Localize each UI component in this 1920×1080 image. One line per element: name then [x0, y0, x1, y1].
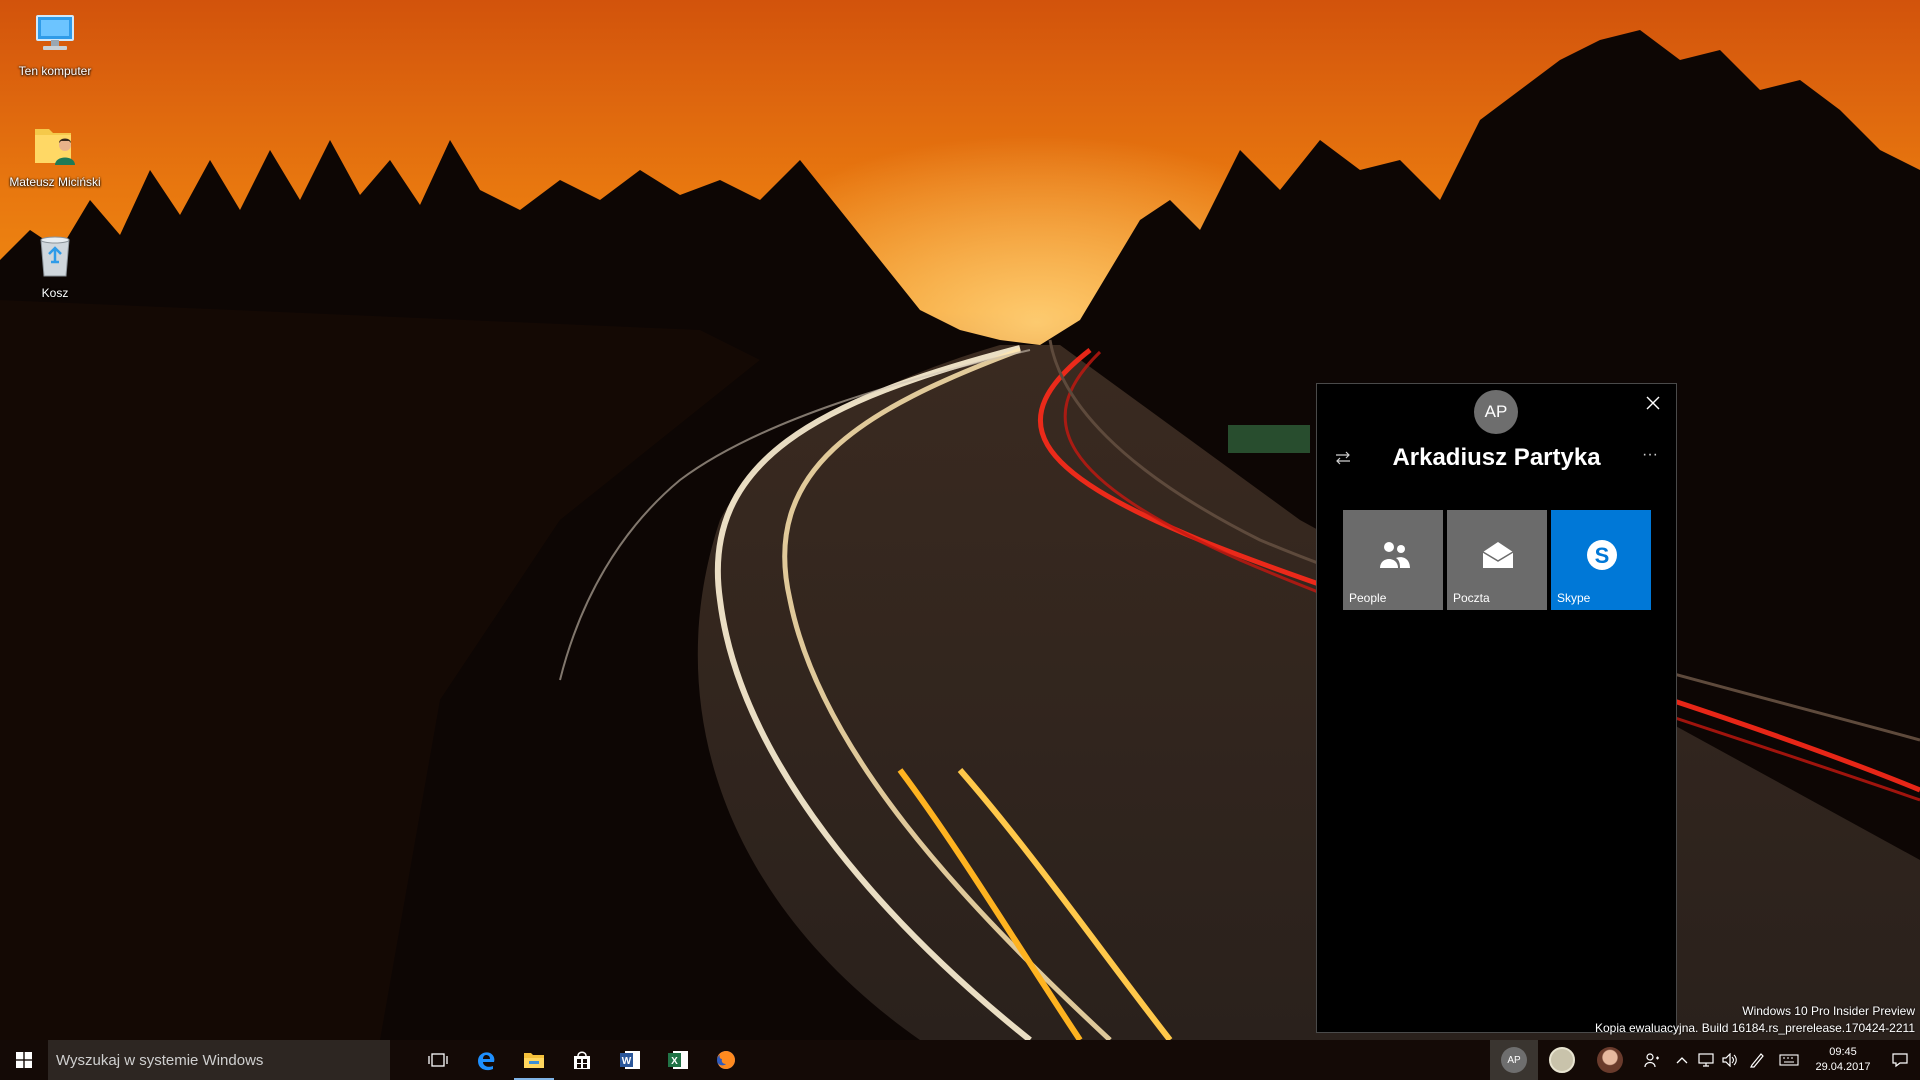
keyboard-icon[interactable]: [1772, 1040, 1806, 1080]
app-tile-label: Skype: [1557, 591, 1591, 605]
app-tile-label: People: [1349, 591, 1387, 605]
volume-icon[interactable]: [1718, 1040, 1742, 1080]
contact-name: Arkadiusz Partyka: [1392, 444, 1601, 471]
desktop-icon-label: Mateusz Miciński: [9, 175, 101, 189]
word-icon: W: [620, 1051, 640, 1069]
firefox-taskbar-button[interactable]: [702, 1040, 750, 1080]
edge-icon: [478, 1052, 495, 1071]
swap-icon[interactable]: [1329, 444, 1357, 472]
app-tile-skype[interactable]: S Skype: [1551, 510, 1651, 610]
store-taskbar-button[interactable]: [558, 1040, 606, 1080]
search-placeholder: Wyszukaj w systemie Windows: [56, 1051, 264, 1069]
skype-icon: S: [1585, 538, 1619, 572]
search-input[interactable]: Wyszukaj w systemie Windows: [48, 1040, 390, 1080]
firefox-icon: [717, 1051, 735, 1069]
svg-text:X: X: [671, 1056, 678, 1067]
excel-icon: X: [668, 1051, 688, 1069]
people-pin-contact-2[interactable]: [1538, 1040, 1586, 1080]
contact-avatar: AP: [1474, 390, 1518, 434]
app-tile-mail[interactable]: Poczta: [1447, 510, 1547, 610]
clock-date: 29.04.2017: [1815, 1061, 1871, 1073]
more-icon[interactable]: ···: [1636, 444, 1664, 472]
action-center-icon[interactable]: [1880, 1040, 1920, 1080]
app-tile-people[interactable]: People: [1343, 510, 1443, 610]
people-icon: [1377, 538, 1411, 572]
edge-taskbar-button[interactable]: [462, 1040, 510, 1080]
people-pin-ap[interactable]: AP: [1490, 1040, 1538, 1080]
svg-text:S: S: [1595, 543, 1610, 568]
taskbar-clock[interactable]: 09:45 29.04.2017: [1806, 1045, 1880, 1075]
contact-avatar-icon: AP: [1501, 1047, 1527, 1073]
desktop-icon-this-pc[interactable]: Ten komputer: [5, 10, 105, 78]
network-icon[interactable]: [1694, 1040, 1718, 1080]
computer-icon: [31, 10, 79, 58]
watermark-line-build: Kopia ewaluacyjna. Build 16184.rs_prerel…: [1594, 1021, 1915, 1035]
recycle-bin-icon: [31, 232, 79, 280]
pen-icon[interactable]: [1742, 1040, 1772, 1080]
desktop-icon-label: Ten komputer: [18, 64, 92, 78]
app-tile-label: Poczta: [1453, 591, 1490, 605]
people-pin-contact-3[interactable]: [1586, 1040, 1634, 1080]
contact-photo-icon: [1597, 1047, 1623, 1073]
desktop-icon-user-folder[interactable]: Mateusz Miciński: [5, 121, 105, 189]
desktop-icon-recycle-bin[interactable]: Kosz: [5, 232, 105, 300]
system-tray: AP 09:45 29.04.2017: [1490, 1040, 1920, 1080]
word-taskbar-button[interactable]: W: [606, 1040, 654, 1080]
close-icon[interactable]: [1640, 390, 1666, 416]
user-folder-icon: [31, 121, 79, 169]
excel-taskbar-button[interactable]: X: [654, 1040, 702, 1080]
svg-text:W: W: [622, 1056, 632, 1067]
file-explorer-icon: [524, 1053, 544, 1068]
file-explorer-taskbar-button[interactable]: [510, 1040, 558, 1080]
watermark-line-edition: Windows 10 Pro Insider Preview: [1742, 1004, 1915, 1018]
task-view-button[interactable]: [414, 1040, 462, 1080]
taskbar: Wyszukaj w systemie Windows W X AP 09:45…: [0, 1040, 1920, 1080]
task-view-icon: [428, 1053, 448, 1067]
chevron-up-icon[interactable]: [1670, 1040, 1694, 1080]
people-flyout: AP Arkadiusz Partyka ··· People Poczta S…: [1316, 383, 1677, 1033]
store-icon: [574, 1051, 590, 1069]
build-watermark: Windows 10 Pro Insider Preview Kopia ewa…: [1595, 1003, 1915, 1037]
start-button[interactable]: [0, 1040, 48, 1080]
clock-time: 09:45: [1829, 1046, 1857, 1058]
desktop-icon-label: Kosz: [41, 286, 69, 300]
mail-icon: [1481, 538, 1515, 572]
windows-logo-icon: [16, 1052, 32, 1068]
people-icon[interactable]: [1634, 1040, 1670, 1080]
contact-avatar-icon: [1549, 1047, 1575, 1073]
